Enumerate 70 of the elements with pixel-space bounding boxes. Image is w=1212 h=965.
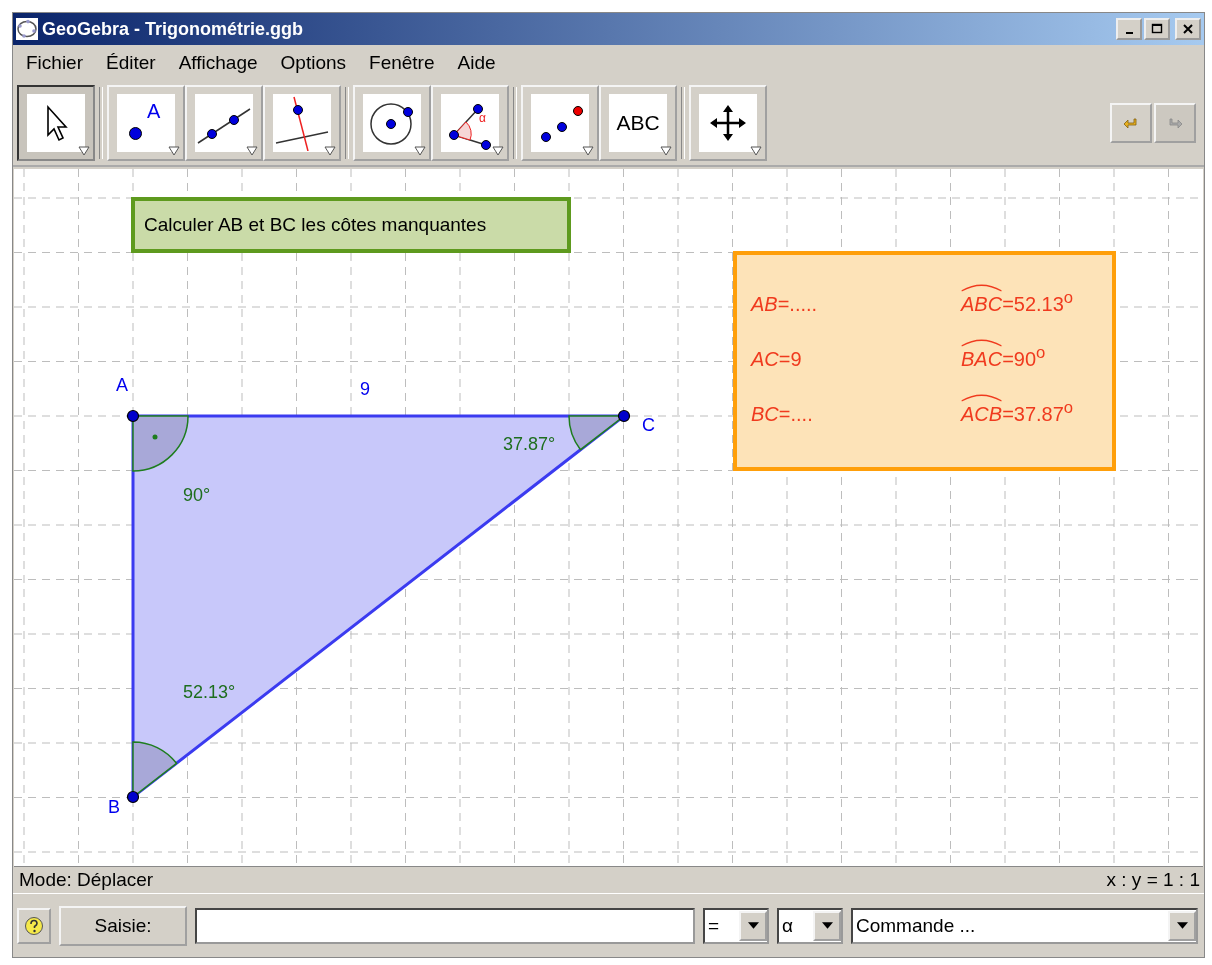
ellipse-icon: [16, 18, 38, 40]
dropdown-triangle-icon: [246, 146, 258, 156]
maximize-button[interactable]: [1144, 18, 1170, 40]
mode-text: Mode: Déplacer: [19, 869, 154, 891]
arc-mark: [961, 393, 1003, 402]
angle-name: BAC: [961, 338, 1003, 371]
dropdown-triangle-icon: [324, 146, 336, 156]
minimize-button[interactable]: [1116, 18, 1142, 40]
segment-label: 9: [360, 379, 370, 399]
side-length: AC=9: [751, 348, 803, 371]
point[interactable]: [126, 790, 140, 804]
arc-mark: [961, 338, 1003, 347]
dropdown-triangle-icon: [582, 146, 594, 156]
tool-button[interactable]: α: [431, 85, 509, 161]
arc-mark: [961, 283, 1003, 292]
angle-value: =90$^{o}$: [1002, 343, 1046, 371]
angle-label: 37.87°: [503, 434, 556, 454]
angle-label: 90°: [183, 485, 211, 505]
menu-item[interactable]: Fenêtre: [369, 52, 435, 74]
point-label: C: [642, 415, 655, 435]
dropdown-triangle-icon: [660, 146, 672, 156]
angle-name: ABC: [961, 283, 1003, 316]
dropdown-triangle-icon: [168, 146, 180, 156]
dropdown-triangle-icon: [750, 146, 762, 156]
angle-arc: [132, 415, 189, 472]
point-label: A: [116, 375, 128, 395]
menu-item[interactable]: Éditer: [106, 52, 156, 74]
right-angle-dot: [152, 434, 158, 440]
angle-label: 52.13°: [183, 682, 236, 702]
symbol-dropdown[interactable]: α: [777, 907, 843, 944]
question-icon: [24, 915, 44, 936]
minimize-icon: [1125, 32, 1133, 34]
dropdown-triangle-icon: [492, 146, 504, 156]
angle-value: =37.87$^{o}$: [1002, 398, 1074, 426]
window-title: GeoGebra - Trigonométrie.ggb: [42, 18, 305, 40]
tool-button[interactable]: A: [107, 85, 185, 161]
menu-item[interactable]: Options: [280, 52, 347, 74]
close-icon: [1182, 23, 1194, 35]
dropdown-arrow-icon: [1176, 922, 1188, 929]
side-length: BC=....: [751, 403, 814, 426]
symbol-dropdown[interactable]: =: [703, 907, 769, 944]
tool-button[interactable]: [17, 85, 95, 161]
point-label: B: [108, 797, 120, 817]
alpha-label: α: [479, 111, 486, 125]
menu-item[interactable]: Fichier: [26, 52, 83, 74]
perpendicular-line-icon: [274, 95, 330, 151]
point[interactable]: [617, 409, 631, 423]
dropdown-triangle-icon: [78, 146, 90, 156]
task-text: Calculer AB et BC les côtes manquantes: [144, 214, 487, 236]
undo-button[interactable]: [1110, 103, 1152, 143]
angle-value: =52.13$^{o}$: [1002, 288, 1074, 316]
menu-item[interactable]: Aide: [457, 52, 496, 74]
side-length: AB=.....: [751, 293, 819, 316]
maximize-icon: [1151, 23, 1163, 35]
text-tool-label: ABC: [616, 111, 660, 135]
input-button[interactable]: Saisie:: [59, 905, 187, 946]
tool-button[interactable]: ABC: [599, 85, 677, 161]
dropdown-triangle-icon: [414, 146, 426, 156]
input-field[interactable]: [195, 907, 695, 944]
point-label: A: [147, 100, 161, 123]
menu-item[interactable]: Affichage: [178, 52, 258, 74]
help-button[interactable]: [17, 907, 51, 944]
dropdown-arrow-icon: [747, 922, 759, 929]
dropdown-arrow-icon: [821, 922, 833, 929]
angle-name: ACB: [961, 393, 1003, 426]
command-dropdown[interactable]: Commande ...: [851, 907, 1198, 944]
point-icon: [129, 127, 142, 140]
close-button[interactable]: [1175, 18, 1201, 40]
point[interactable]: [126, 409, 140, 423]
axis-ratio: x : y = 1 : 1: [1106, 869, 1200, 891]
